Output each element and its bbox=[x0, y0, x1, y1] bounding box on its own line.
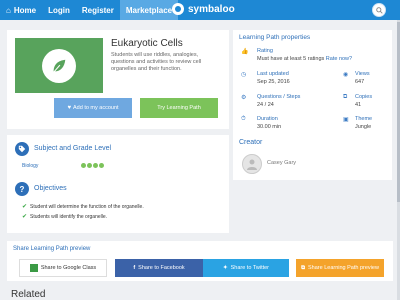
share-learning-path-button[interactable]: ⧉ Share Learning Path preview bbox=[296, 259, 384, 277]
duration-label: Duration bbox=[257, 116, 278, 122]
home-icon: ⌂ bbox=[6, 5, 11, 15]
share-twitter-label: Share to Twitter bbox=[230, 265, 270, 271]
heart-icon: ♥ bbox=[67, 105, 71, 111]
question-icon: ? bbox=[15, 182, 29, 196]
questions-icon: ⚙ bbox=[241, 95, 247, 101]
views-label: Views bbox=[355, 71, 370, 77]
theme-icon: ▣ bbox=[343, 117, 349, 123]
rating-text: Must have at least 5 ratings bbox=[257, 56, 325, 62]
creator-title: Creator bbox=[239, 139, 263, 146]
share-title: Share Learning Path preview bbox=[13, 246, 91, 252]
grade-dot bbox=[81, 163, 86, 168]
share-facebook-button[interactable]: f Share to Facebook bbox=[115, 259, 203, 277]
add-to-account-label: Add to my account bbox=[73, 105, 119, 111]
nav-register[interactable]: Register bbox=[76, 0, 120, 20]
copies-label: Copies bbox=[355, 94, 373, 100]
creator-name[interactable]: Casey Gary bbox=[267, 160, 296, 166]
nav-home-label: Home bbox=[13, 5, 37, 15]
share-google-label: Share to Google Class bbox=[40, 265, 97, 271]
objective-item: ✔ Students will identify the organelle. bbox=[22, 213, 108, 221]
rate-now-link[interactable]: Rate now? bbox=[326, 56, 352, 62]
leaf-icon bbox=[42, 48, 76, 83]
subject-name[interactable]: Biology bbox=[22, 163, 38, 169]
user-icon bbox=[247, 159, 257, 170]
share-google-classroom-button[interactable]: Share to Google Class bbox=[19, 259, 107, 277]
rating-label: Rating bbox=[257, 48, 273, 54]
subject-grade-title: Subject and Grade Level bbox=[34, 145, 112, 152]
share-learning-path-label: Share Learning Path preview bbox=[308, 265, 379, 271]
grade-dot bbox=[87, 163, 92, 168]
check-icon: ✔ bbox=[22, 204, 28, 210]
stopwatch-icon: ⏱ bbox=[241, 116, 246, 122]
thumbs-up-icon: 👍 bbox=[241, 49, 249, 55]
grade-dot bbox=[99, 163, 104, 168]
subject-objectives-card: Subject and Grade Level Biology ? Object… bbox=[7, 135, 229, 233]
twitter-icon: ✦ bbox=[222, 265, 228, 271]
learning-path-description: Students will use riddles, analogies, qu… bbox=[111, 52, 202, 72]
share-twitter-button[interactable]: ✦ Share to Twitter bbox=[203, 259, 289, 277]
grade-dot bbox=[93, 163, 98, 168]
rating-value: Must have at least 5 ratings Rate now? bbox=[257, 56, 352, 62]
tag-icon bbox=[15, 142, 29, 156]
try-learning-path-button[interactable]: Try Learning Path bbox=[140, 98, 218, 118]
objective-item: ✔ Student will determine the function of… bbox=[22, 203, 144, 211]
last-updated-label: Last updated bbox=[257, 71, 289, 77]
objective-text: Student will determine the function of t… bbox=[30, 203, 144, 210]
clock-icon: ◷ bbox=[241, 72, 247, 78]
link-icon: ⧉ bbox=[301, 264, 305, 271]
google-classroom-icon bbox=[29, 264, 38, 272]
objectives-title: Objectives bbox=[34, 185, 67, 192]
brand-name: symbaloo bbox=[188, 3, 235, 15]
views-value: 647 bbox=[355, 79, 365, 85]
properties-title: Learning Path properties bbox=[239, 34, 311, 41]
last-updated-value: Sep 25, 2016 bbox=[257, 79, 290, 85]
copies-value: 41 bbox=[355, 102, 362, 108]
eye-icon: ◉ bbox=[343, 72, 349, 78]
learning-path-thumbnail bbox=[15, 38, 103, 93]
copies-icon: ⧉ bbox=[343, 94, 348, 100]
theme-label: Theme bbox=[355, 116, 373, 122]
brand-logo[interactable]: symbaloo bbox=[172, 3, 235, 15]
facebook-icon: f bbox=[133, 265, 136, 271]
theme-value: Jungle bbox=[355, 124, 372, 130]
duration-value: 30.00 min bbox=[257, 124, 282, 130]
questions-label: Questions / Steps bbox=[257, 94, 301, 100]
nav-home[interactable]: ⌂ Home bbox=[0, 0, 42, 20]
nav-marketplace[interactable]: Marketplace bbox=[119, 0, 179, 20]
grade-level-dots bbox=[81, 163, 104, 168]
top-navbar: ⌂ Home Login Register Marketplace symbal… bbox=[0, 0, 400, 20]
nav-login[interactable]: Login bbox=[42, 0, 76, 20]
share-preview-card: Share Learning Path preview Share to Goo… bbox=[7, 241, 393, 281]
add-to-account-button[interactable]: ♥ Add to my account bbox=[54, 98, 132, 118]
search-button[interactable] bbox=[372, 3, 386, 17]
learning-path-title: Eukaryotic Cells bbox=[111, 38, 183, 49]
symbaloo-logo-icon bbox=[172, 3, 184, 15]
share-facebook-label: Share to Facebook bbox=[138, 265, 185, 271]
questions-value: 24 / 24 bbox=[257, 102, 274, 108]
search-icon bbox=[375, 6, 383, 14]
objective-text: Students will identify the organelle. bbox=[30, 213, 108, 220]
avatar[interactable] bbox=[242, 154, 262, 174]
check-icon: ✔ bbox=[22, 214, 28, 220]
learning-path-properties: Learning Path properties 👍 Rating Must h… bbox=[233, 30, 392, 180]
related-heading: Related bbox=[11, 289, 46, 300]
